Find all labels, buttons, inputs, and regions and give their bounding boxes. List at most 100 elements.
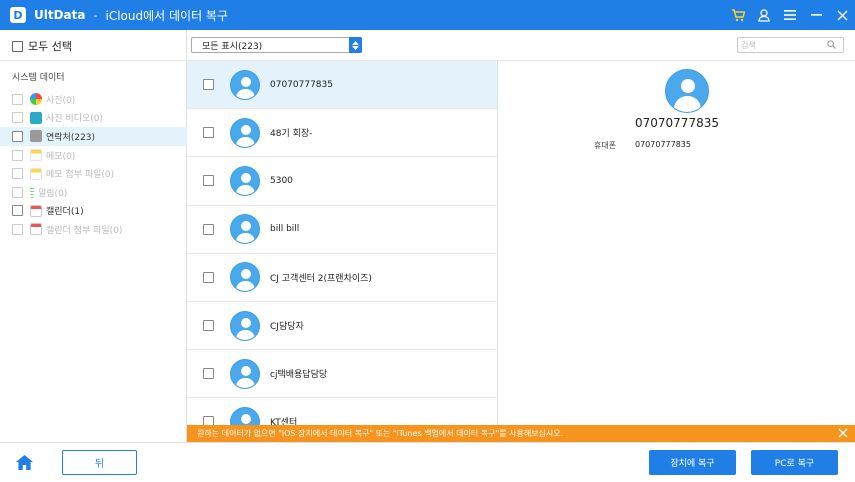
contact-checkbox[interactable] — [203, 127, 214, 139]
select-all-label: 모두 선택 — [28, 40, 72, 53]
search-icon[interactable] — [827, 40, 836, 49]
filter-dropdown[interactable]: 모든 표시(223) — [191, 37, 362, 53]
contact-name: CJ 고객센터 2(프랜차이즈) — [270, 273, 372, 284]
category-item[interactable]: 사진(0) — [0, 90, 187, 109]
contact-avatar-icon — [230, 406, 260, 425]
title-bar: D UltData - iCloud에서 데이터 복구 — [0, 0, 855, 30]
contact-avatar-icon — [230, 69, 260, 100]
category-label: 캘린더 첨부 파일(0) — [46, 225, 123, 236]
category-checkbox[interactable] — [12, 223, 23, 235]
minimize-icon[interactable] — [803, 0, 829, 30]
phone-label: 휴대폰 — [594, 141, 617, 150]
video-icon — [30, 111, 42, 124]
category-label: 메모 첨부 파일(0) — [46, 170, 115, 181]
app-logo-icon: D — [10, 7, 26, 23]
cart-icon[interactable] — [725, 0, 751, 30]
section-title: 시스템 데이터 — [12, 73, 65, 83]
contact-detail-name: 07070777835 — [635, 116, 719, 130]
category-checkbox[interactable] — [12, 112, 23, 124]
category-checkbox[interactable] — [12, 186, 23, 198]
category-item[interactable]: 메모(0) — [0, 146, 187, 165]
title-bar-controls — [725, 0, 855, 30]
category-checkbox[interactable] — [12, 149, 23, 161]
back-button[interactable]: 뒤 — [62, 450, 137, 475]
contact-row[interactable]: CJ담당자 — [187, 302, 497, 351]
bottom-bar: 뒤 장치에 복구 PC로 복구 — [0, 442, 855, 482]
contacts-icon — [30, 130, 42, 143]
contact-checkbox[interactable] — [203, 223, 214, 235]
category-label: 알림(0) — [38, 188, 68, 199]
contact-detail: 07070777835 휴대폰 07070777835 — [499, 61, 855, 425]
contact-checkbox[interactable] — [203, 416, 214, 425]
category-panel: 모두 선택 시스템 데이터 사진(0) 사진 비디오(0) 연락처(223) 메모(0… — [0, 30, 187, 442]
contact-checkbox[interactable] — [203, 271, 214, 283]
contact-name: CJ담당자 — [270, 322, 304, 333]
filter-dropdown-value: 모든 표시(223) — [202, 41, 263, 52]
category-item[interactable]: 캘린더 첨부 파일(0) — [0, 220, 187, 239]
category-label: 사진 비디오(0) — [46, 114, 104, 125]
category-label: 사진(0) — [46, 95, 76, 106]
contact-avatar-icon — [230, 358, 260, 389]
reminders-icon — [30, 186, 34, 199]
contact-name: cj택배용답담당 — [270, 370, 328, 381]
close-icon[interactable] — [837, 427, 849, 439]
calendar-attachment-icon — [30, 223, 42, 236]
app-brand: UltData — [34, 8, 86, 22]
user-icon[interactable] — [751, 0, 777, 30]
category-label: 메모(0) — [46, 151, 76, 162]
category-item[interactable]: 메모 첨부 파일(0) — [0, 164, 187, 183]
app-window: D UltData - iCloud에서 데이터 복구 모두 선택 시스템 데이… — [0, 0, 855, 482]
category-checkbox[interactable] — [12, 130, 23, 142]
photos-icon — [30, 93, 42, 106]
contact-avatar-icon — [230, 214, 260, 245]
contact-avatar-icon — [230, 117, 260, 148]
recover-to-pc-button[interactable]: PC로 복구 — [751, 450, 838, 475]
contact-checkbox[interactable] — [203, 79, 214, 91]
category-label: 연락처(223) — [46, 132, 96, 143]
category-checkbox[interactable] — [12, 168, 23, 180]
contact-name: 07070777835 — [270, 79, 333, 90]
contact-checkbox[interactable] — [203, 320, 214, 332]
category-list: 사진(0) 사진 비디오(0) 연락처(223) 메모(0) 메모 첨부 파일(0) 알림… — [0, 90, 187, 239]
category-item[interactable]: 연락처(223) — [0, 127, 187, 146]
contact-avatar-icon — [230, 262, 260, 293]
notice-bar: 원하는 데이터가 없으면 "iOS 장치에서 데이터 복구" 또는 "iTune… — [187, 425, 855, 442]
category-label: 캘린더(1) — [46, 207, 84, 218]
chevron-updown-icon[interactable] — [349, 37, 362, 53]
category-checkbox[interactable] — [12, 205, 23, 217]
contact-avatar-icon — [230, 310, 260, 341]
home-icon[interactable] — [16, 455, 33, 470]
select-all[interactable]: 모두 선택 — [12, 38, 72, 54]
title-separator: - — [93, 8, 98, 22]
contact-name: 48기 회장- — [270, 129, 313, 140]
calendar-icon — [30, 204, 42, 217]
filter-bar: 모든 표시(223) — [187, 30, 855, 61]
contact-checkbox[interactable] — [203, 368, 214, 380]
menu-icon[interactable] — [777, 0, 803, 30]
contact-row[interactable]: cj택배용답담당 — [187, 350, 497, 399]
notice-text: 원하는 데이터가 없으면 "iOS 장치에서 데이터 복구" 또는 "iTune… — [197, 429, 564, 438]
category-item[interactable]: 캘린더(1) — [0, 202, 187, 221]
contact-row[interactable]: bill bill — [187, 206, 497, 254]
contact-row[interactable]: CJ 고객센터 2(프랜차이즈) — [187, 254, 497, 302]
window-title: iCloud에서 데이터 복구 — [105, 8, 229, 23]
contact-row[interactable]: 48기 회장- — [187, 109, 497, 158]
category-item[interactable]: 알림(0) — [0, 183, 187, 202]
select-all-checkbox[interactable] — [12, 40, 23, 52]
category-item[interactable]: 사진 비디오(0) — [0, 109, 187, 128]
notes-attachment-icon — [30, 167, 42, 180]
contact-name: bill bill — [270, 224, 300, 235]
contact-avatar-large — [665, 69, 709, 113]
contact-avatar-icon — [230, 165, 260, 196]
contact-name: KT센터 — [270, 418, 298, 425]
contact-name: 5300 — [270, 175, 293, 186]
contact-row[interactable]: KT센터 — [187, 398, 497, 425]
divider — [0, 60, 187, 61]
contact-row[interactable]: 07070777835 — [187, 61, 497, 110]
contact-row[interactable]: 5300 — [187, 157, 497, 206]
recover-to-device-button[interactable]: 장치에 복구 — [649, 450, 736, 475]
contact-list[interactable]: 07070777835 48기 회장- 5300 bill bill CJ 고객센터 2… — [187, 61, 498, 425]
contact-checkbox[interactable] — [203, 175, 214, 187]
close-icon[interactable] — [829, 0, 855, 30]
category-checkbox[interactable] — [12, 93, 23, 105]
